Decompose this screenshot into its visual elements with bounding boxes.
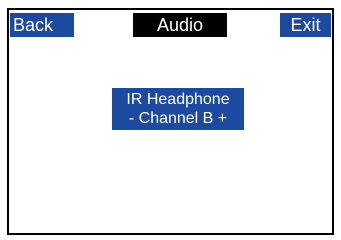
ir-headphone-channel-selector[interactable]: IR Headphone - Channel B + [112,88,244,130]
back-button[interactable]: Back [10,13,74,37]
device-screen: Back Audio Exit IR Headphone - Channel B… [7,8,334,235]
exit-button[interactable]: Exit [280,13,331,37]
page-title: Audio [133,13,227,37]
channel-control-label: - Channel B + [128,110,228,127]
item-label: IR Headphone [126,91,230,108]
